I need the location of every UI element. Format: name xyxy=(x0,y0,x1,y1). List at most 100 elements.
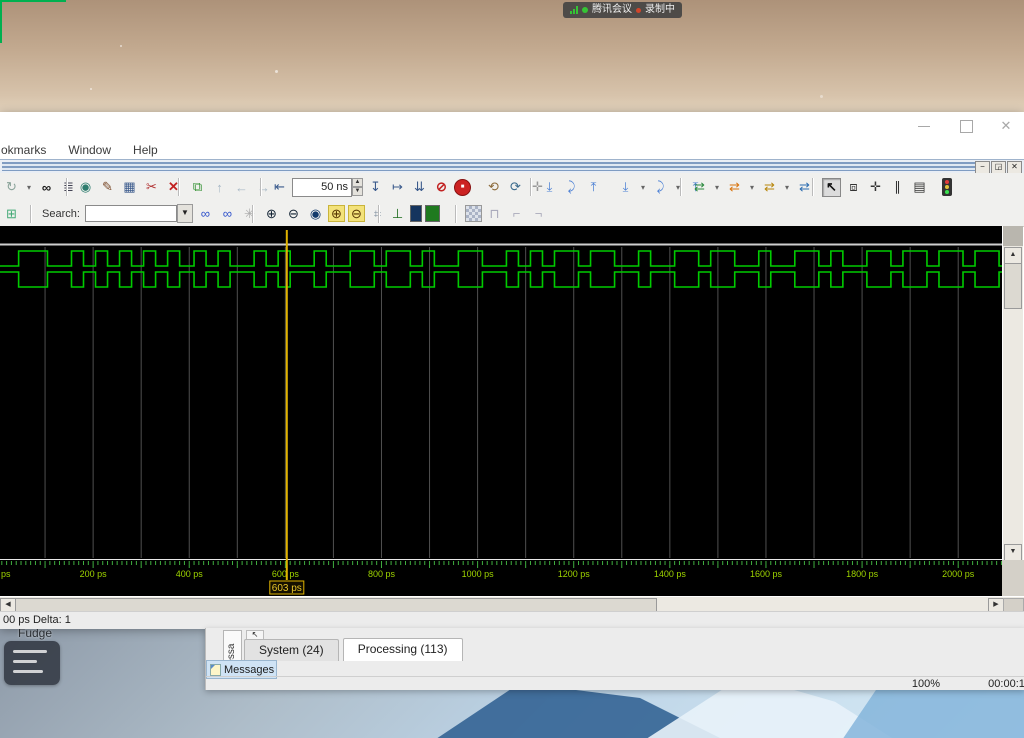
desktop-widget[interactable] xyxy=(4,641,60,685)
run-icon[interactable]: ↧ xyxy=(366,178,385,197)
wave-canvas[interactable]: ps200 ps400 ps600 ps800 ps1000 ps1200 ps… xyxy=(0,226,1002,596)
horizontal-scrollbar[interactable]: ◀ ▶ xyxy=(0,596,1024,612)
run-length-spinner[interactable]: ▲▼ xyxy=(352,178,363,195)
snap-icon[interactable]: ⊞ xyxy=(2,204,21,223)
vertical-scroll-thumb[interactable] xyxy=(1004,263,1022,309)
scroll-down-button[interactable]: ▼ xyxy=(1004,544,1022,561)
copy-icon[interactable]: ⧉ xyxy=(188,178,207,197)
horizontal-scroll-thumb[interactable] xyxy=(15,598,657,612)
panel-tab-row: System (24)Processing (113) xyxy=(244,639,463,661)
promote-icon[interactable]: ↑ xyxy=(210,178,229,197)
online-dot-icon xyxy=(582,7,588,13)
zoom-full-icon[interactable]: ◉ xyxy=(306,204,325,223)
transcript-panel: ↖ Messa System (24)Processing (113) Mess… xyxy=(205,628,1024,690)
cursor-time-text: 603 ps xyxy=(272,583,302,594)
step-out-icon[interactable]: ⤒ xyxy=(584,178,603,197)
menu-item-window[interactable]: Window xyxy=(68,143,111,157)
waveform-plot[interactable]: ps200 ps400 ps600 ps800 ps1000 ps1200 ps… xyxy=(0,226,1002,596)
pattern-icon[interactable] xyxy=(465,205,482,222)
zoom-range-icon[interactable]: ⊖ xyxy=(348,205,365,222)
add-log-caret-icon[interactable]: ▾ xyxy=(782,178,792,197)
scroll-up-button[interactable]: ▲ xyxy=(1004,247,1022,264)
tab-processing[interactable]: Processing (113) xyxy=(343,638,463,661)
find-prev-icon[interactable]: ∞ xyxy=(218,204,237,223)
search-input[interactable] xyxy=(85,205,177,222)
back-icon[interactable]: ← xyxy=(232,178,251,197)
edge-any-icon[interactable]: ⊓ xyxy=(485,204,504,223)
add-wave-caret-icon[interactable]: ▾ xyxy=(712,178,722,197)
continue-run-icon[interactable]: ↦ xyxy=(388,178,407,197)
ruler-label: 400 ps xyxy=(176,569,204,579)
toolbar-group: ⊓⌐¬ xyxy=(455,201,548,226)
break-icon[interactable]: ⊘ xyxy=(432,178,451,197)
spinner-up-icon[interactable]: ▲ xyxy=(352,178,363,187)
menu-item-okmarks[interactable]: okmarks xyxy=(1,143,46,157)
toolbar-group: ⊞ xyxy=(2,201,21,226)
search-dropdown-icon[interactable]: ▼ xyxy=(177,204,193,223)
app-statusbar: 100% 00:00:19 xyxy=(206,676,1024,691)
recording-dot-icon xyxy=(636,8,641,13)
ruler-label: 800 ps xyxy=(368,569,396,579)
edit-mode-icon[interactable]: ▤ xyxy=(910,178,929,197)
zoom-cursor-icon[interactable]: ⊕ xyxy=(328,205,345,222)
run-all-icon[interactable]: ⇊ xyxy=(410,178,429,197)
close-button[interactable]: ✕ xyxy=(998,118,1014,134)
reload-caret-icon[interactable]: ▾ xyxy=(24,178,34,197)
meeting-app-name: 腾讯会议 xyxy=(592,2,632,18)
scrollbar-corner xyxy=(1003,598,1024,612)
insert-marker-icon[interactable] xyxy=(425,205,440,222)
find-next-icon[interactable]: ∞ xyxy=(196,204,215,223)
step-into-caret-icon[interactable]: ▾ xyxy=(638,178,648,197)
add-cursor-icon[interactable]: ⊥ xyxy=(388,204,407,223)
recording-label: 录制中 xyxy=(645,2,675,18)
simulate-icon[interactable]: ▦ xyxy=(120,178,139,197)
insert-breakpoint-icon[interactable] xyxy=(410,205,422,222)
select-mode-icon[interactable]: ↖ xyxy=(822,178,841,197)
compile-icon[interactable]: ◉ xyxy=(76,178,95,197)
stop-icon[interactable]: ■ xyxy=(454,179,471,196)
scroll-left-button[interactable]: ◀ xyxy=(0,598,16,612)
zoom-in-icon[interactable]: ⊕ xyxy=(262,204,281,223)
toolbar-wave: ⊞Search:▼∞∞✳⊕⊖◉⊕⊖⌗⊥⊓⌐¬ xyxy=(0,201,1024,227)
meeting-status-pill[interactable]: 腾讯会议 录制中 xyxy=(563,2,682,18)
add-to-list-icon[interactable]: ⇄ xyxy=(725,178,744,197)
compile-all-icon[interactable]: ✎ xyxy=(98,178,117,197)
edge-fall-icon[interactable]: ¬ xyxy=(529,204,548,223)
vertical-scrollbar[interactable]: ▲ ▼ xyxy=(1002,226,1023,560)
add-to-wave-icon[interactable]: ⇄ xyxy=(690,178,709,197)
step-over-icon[interactable]: ⤸ xyxy=(562,178,581,197)
ruler-label: 1400 ps xyxy=(654,569,687,579)
ruler-label: 2000 ps xyxy=(942,569,975,579)
minimize-button[interactable] xyxy=(916,118,932,134)
zoom-mode-icon[interactable]: ⧈ xyxy=(844,178,863,197)
rerun-icon[interactable]: ⟳ xyxy=(506,178,525,197)
restore-layout-icon[interactable]: ⇤ xyxy=(270,178,289,197)
scrollbar-corner xyxy=(1003,226,1023,246)
toolbar-group: ⤓⤸⤒⤓▾⤸▾⤒ xyxy=(530,173,705,201)
ruler-label: 1000 ps xyxy=(462,569,495,579)
add-list-caret-icon[interactable]: ▾ xyxy=(747,178,757,197)
menu-item-help[interactable]: Help xyxy=(133,143,158,157)
search-label: Search: xyxy=(42,208,80,220)
restart-icon[interactable]: ⟲ xyxy=(484,178,503,197)
scroll-right-button[interactable]: ▶ xyxy=(988,598,1004,612)
maximize-button[interactable] xyxy=(958,118,974,134)
window-titlebar[interactable]: ✕ xyxy=(0,112,1024,140)
tab-system[interactable]: System (24) xyxy=(244,639,339,661)
zoom-out-icon[interactable]: ⊖ xyxy=(284,204,303,223)
add-to-log-icon[interactable]: ⇄ xyxy=(760,178,779,197)
step-into-instance-icon[interactable]: ⤓ xyxy=(616,178,635,197)
pan-mode-icon[interactable]: ✛ xyxy=(866,178,885,197)
find-icon[interactable]: ∞ xyxy=(37,178,56,197)
step-over-instance-icon[interactable]: ⤸ xyxy=(651,178,670,197)
run-length-input[interactable]: 50 ns xyxy=(292,178,352,197)
break-cut-icon[interactable]: ✂ xyxy=(142,178,161,197)
spinner-down-icon[interactable]: ▼ xyxy=(352,187,363,196)
cursor-mode-icon[interactable]: ∥ xyxy=(888,178,907,197)
dock-grip-icon[interactable] xyxy=(2,162,984,171)
step-into-icon[interactable]: ⤓ xyxy=(540,178,559,197)
edge-rise-icon[interactable]: ⌐ xyxy=(507,204,526,223)
desktop-wallpaper-top xyxy=(0,0,1024,112)
stop-light-icon[interactable] xyxy=(942,178,952,196)
reload-icon[interactable]: ↻ xyxy=(2,178,21,197)
